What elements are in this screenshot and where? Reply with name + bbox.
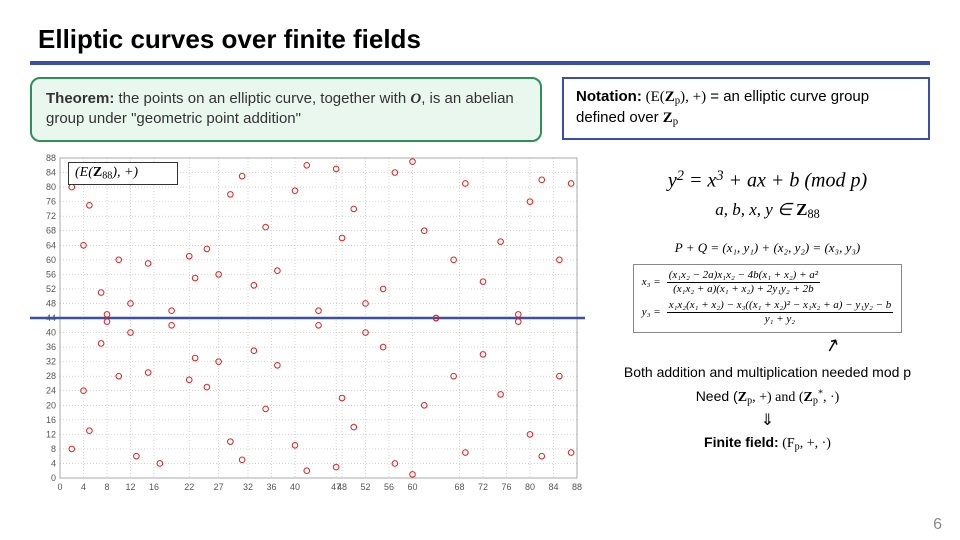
y3-frac: x₁x₂(x₁ + x₂) − x₃((x₁ + x₂)² − x₁x₂ + a… bbox=[667, 299, 894, 325]
curve-equation: y2 = x3 + ax + b (mod p) bbox=[605, 168, 930, 192]
note-both-ops: Both addition and multiplication needed … bbox=[605, 364, 930, 380]
svg-text:8: 8 bbox=[104, 482, 109, 492]
variable-domain: a, b, x, y ∈ Z88 bbox=[605, 200, 930, 222]
scatter-chart: 0481216202428323640444852566064687276808… bbox=[30, 150, 585, 505]
down-arrow-icon: ⇓ bbox=[605, 410, 930, 430]
set-Z: Z bbox=[796, 200, 807, 219]
svg-text:48: 48 bbox=[337, 482, 347, 492]
x3-frac: (x₁x₂ − 2a)x₁x₂ − 4b(x₁ + x₂) + a² (x₁x₂… bbox=[667, 269, 820, 295]
svg-text:52: 52 bbox=[360, 482, 370, 492]
need-Z1: Z bbox=[738, 390, 747, 405]
svg-text:48: 48 bbox=[46, 298, 56, 308]
svg-text:32: 32 bbox=[243, 482, 253, 492]
set-vars: a, b, x, y ∈ bbox=[715, 200, 796, 219]
y3-lhs: y₃ = bbox=[642, 306, 661, 319]
svg-text:88: 88 bbox=[572, 482, 582, 492]
svg-text:24: 24 bbox=[46, 385, 56, 395]
eq-x-exp: 3 bbox=[716, 168, 723, 184]
svg-text:72: 72 bbox=[46, 211, 56, 221]
ff-open: (F bbox=[779, 436, 795, 451]
x3-den: (x₁x₂ + a)(x₁ + x₂) + 2y₁y₂ + 2b bbox=[667, 283, 820, 296]
need-mid: , +) and ( bbox=[752, 390, 803, 405]
svg-text:32: 32 bbox=[46, 356, 56, 366]
theorem-label: Theorem: bbox=[46, 90, 114, 107]
svg-text:52: 52 bbox=[46, 283, 56, 293]
page-number: 6 bbox=[933, 516, 942, 534]
theorem-box: Theorem: the points on an elliptic curve… bbox=[30, 77, 542, 142]
notation-lhs-close: ), +) bbox=[680, 89, 706, 105]
math-column: y2 = x3 + ax + b (mod p) a, b, x, y ∈ Z8… bbox=[605, 150, 930, 457]
notation-box: Notation: (E(Zp), +) = an elliptic curve… bbox=[562, 77, 930, 140]
svg-text:80: 80 bbox=[525, 482, 535, 492]
svg-text:88: 88 bbox=[46, 153, 56, 163]
svg-text:68: 68 bbox=[454, 482, 464, 492]
notation-Z: Z bbox=[665, 89, 675, 105]
svg-text:12: 12 bbox=[125, 482, 135, 492]
svg-text:22: 22 bbox=[184, 482, 194, 492]
svg-text:16: 16 bbox=[46, 414, 56, 424]
svg-text:84: 84 bbox=[46, 167, 56, 177]
svg-text:76: 76 bbox=[46, 196, 56, 206]
notation-p2: p bbox=[673, 116, 678, 128]
chart-svg: 0481216202428323640444852566064687276808… bbox=[30, 150, 585, 500]
svg-text:4: 4 bbox=[51, 458, 56, 468]
theorem-text-1: the points on an elliptic curve, togethe… bbox=[119, 90, 411, 107]
svg-text:68: 68 bbox=[46, 225, 56, 235]
svg-text:56: 56 bbox=[384, 482, 394, 492]
chart-label-box: (E(Z88), +) bbox=[68, 162, 178, 185]
note-both-text: Both addition and multiplication needed … bbox=[624, 364, 911, 380]
notation-Z2: Z bbox=[663, 110, 673, 126]
page-title: Elliptic curves over finite fields bbox=[38, 24, 930, 55]
svg-text:4: 4 bbox=[81, 482, 86, 492]
svg-text:27: 27 bbox=[214, 482, 224, 492]
y3-num: x₁x₂(x₁ + x₂) − x₃((x₁ + x₂)² − x₁x₂ + a… bbox=[667, 299, 894, 313]
svg-text:0: 0 bbox=[57, 482, 62, 492]
x3-num: (x₁x₂ − 2a)x₁x₂ − 4b(x₁ + x₂) + a² bbox=[667, 269, 820, 283]
ff-close: , +, ·) bbox=[800, 436, 831, 451]
svg-text:0: 0 bbox=[51, 473, 56, 483]
y3-formula: y₃ = x₁x₂(x₁ + x₂) − x₃((x₁ + x₂)² − x₁x… bbox=[642, 299, 893, 325]
slide: Elliptic curves over finite fields Theor… bbox=[0, 0, 960, 540]
pointer-arrow-icon: ↗ bbox=[822, 333, 842, 357]
finite-field-line: Finite field: (Fp, +, ·) bbox=[605, 434, 930, 453]
svg-text:40: 40 bbox=[290, 482, 300, 492]
svg-text:36: 36 bbox=[266, 482, 276, 492]
need-end: , ·) bbox=[823, 390, 839, 405]
eq-y: y bbox=[668, 169, 677, 191]
eq-y-exp: 2 bbox=[677, 168, 684, 184]
svg-text:20: 20 bbox=[46, 400, 56, 410]
eq-x: = x bbox=[684, 169, 716, 191]
point-addition-eq: P + Q = (x₁, y₁) + (x₂, y₂) = (x₃, y₃) bbox=[605, 240, 930, 256]
svg-text:28: 28 bbox=[46, 371, 56, 381]
svg-text:60: 60 bbox=[407, 482, 417, 492]
need-Z2: Z bbox=[804, 390, 813, 405]
svg-text:84: 84 bbox=[548, 482, 558, 492]
svg-text:12: 12 bbox=[46, 429, 56, 439]
svg-text:16: 16 bbox=[149, 482, 159, 492]
eq-rest: + ax + b (mod p) bbox=[724, 169, 868, 191]
need-pre: Need ( bbox=[696, 388, 738, 404]
svg-text:64: 64 bbox=[46, 240, 56, 250]
title-rule bbox=[30, 61, 930, 65]
svg-text:60: 60 bbox=[46, 254, 56, 264]
y3-den: y₁ + y₂ bbox=[667, 313, 894, 326]
svg-text:72: 72 bbox=[478, 482, 488, 492]
x3-formula: x₃ = (x₁x₂ − 2a)x₁x₂ − 4b(x₁ + x₂) + a² … bbox=[642, 269, 893, 295]
svg-text:56: 56 bbox=[46, 269, 56, 279]
point-at-infinity-icon: O bbox=[410, 91, 421, 107]
notation-lhs-open: (E( bbox=[646, 89, 665, 105]
svg-text:76: 76 bbox=[501, 482, 511, 492]
svg-text:8: 8 bbox=[51, 443, 56, 453]
notation-label: Notation: bbox=[576, 88, 642, 105]
svg-text:80: 80 bbox=[46, 182, 56, 192]
need-line: Need (Zp, +) and (Zp*, ·) bbox=[605, 388, 930, 407]
top-row: Theorem: the points on an elliptic curve… bbox=[30, 77, 930, 142]
addition-formula-box: x₃ = (x₁x₂ − 2a)x₁x₂ − 4b(x₁ + x₂) + a² … bbox=[633, 264, 902, 333]
ff-label: Finite field: bbox=[704, 434, 779, 450]
svg-text:36: 36 bbox=[46, 342, 56, 352]
set-sub: 88 bbox=[808, 207, 820, 221]
svg-text:40: 40 bbox=[46, 327, 56, 337]
content-row: 0481216202428323640444852566064687276808… bbox=[30, 150, 930, 505]
x3-lhs: x₃ = bbox=[642, 276, 661, 289]
